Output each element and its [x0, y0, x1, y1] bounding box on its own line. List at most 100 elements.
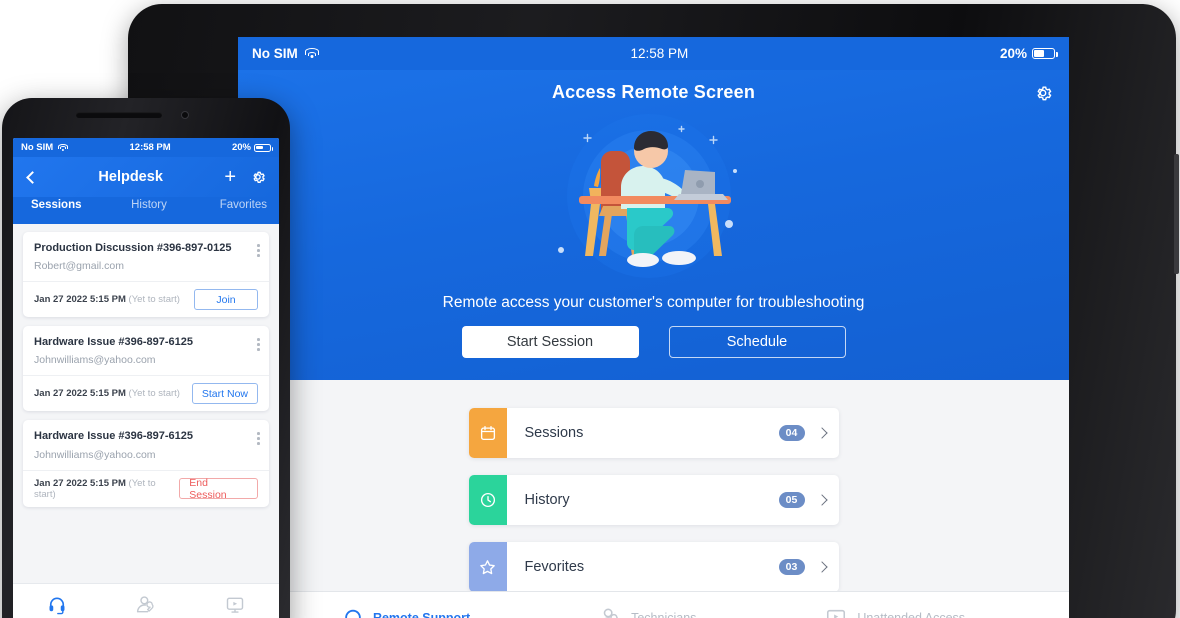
tab-history[interactable]: History [110, 197, 189, 211]
phone-status-bar: No SIM 12:58 PM 20% [13, 138, 279, 157]
end-session-button[interactable]: End Session [179, 477, 258, 501]
session-time-value: Jan 27 2022 5:15 PM [34, 388, 126, 400]
technician-icon [603, 608, 619, 618]
phone-bottom-nav: Remote Support Technicians [13, 583, 279, 618]
start-session-button[interactable]: Start Session [461, 326, 639, 358]
gear-icon[interactable] [1033, 83, 1053, 103]
menu-row-sessions[interactable]: Sessions 04 [468, 408, 839, 458]
clock-label: 12:58 PM [630, 46, 689, 61]
tab-unattended-access[interactable]: Unattended Access [824, 607, 965, 618]
phone-front-camera [181, 111, 189, 119]
session-time-value: Jan 27 2022 5:15 PM [34, 477, 126, 489]
tab-remote-support[interactable]: Remote Support [13, 595, 102, 618]
plus-icon[interactable]: + [224, 167, 236, 187]
monitor-play-icon [226, 597, 243, 613]
session-time: Jan 27 2022 5:15 PM (Yet to start) [34, 388, 180, 399]
hero-illustration-wrapper [238, 105, 1069, 290]
session-time-value: Jan 27 2022 5:15 PM [34, 294, 126, 306]
session-email: Robert@gmail.com [34, 260, 125, 273]
session-card[interactable]: Hardware Issue #396-897-6125 Johnwilliam… [23, 326, 269, 412]
battery-percent-label: 20% [231, 142, 251, 153]
menu-row-favorites[interactable]: Fevorites 03 [468, 542, 839, 592]
join-button[interactable]: Join [194, 289, 258, 311]
chevron-right-icon [815, 561, 828, 573]
tab-technicians[interactable]: Technicians [102, 595, 191, 618]
tab-sessions[interactable]: Sessions [21, 197, 110, 211]
session-email: Johnwilliams@yahoo.com [34, 448, 156, 461]
technician-icon [136, 595, 154, 612]
tab-remote-support[interactable]: Remote Support [342, 607, 470, 618]
hero-action-buttons: Start Session Schedule [238, 326, 1069, 358]
tab-label: Unattended Access [857, 611, 966, 618]
tablet-app-header: Access Remote Screen [238, 70, 1069, 105]
session-title: Hardware Issue #396-897-6125 [34, 336, 193, 349]
clock-icon [480, 492, 495, 508]
clock-label: 12:58 PM [129, 142, 171, 153]
battery-icon [1032, 48, 1058, 59]
tablet-status-bar: No SIM 12:58 PM 20% [238, 37, 1069, 70]
page-title: Helpdesk [98, 169, 163, 185]
tab-technicians[interactable]: Technicians [598, 607, 696, 618]
monitor-play-icon [827, 609, 846, 618]
kebab-menu-icon[interactable] [257, 432, 260, 447]
session-title: Hardware Issue #396-897-6125 [34, 430, 193, 443]
sessions-icon-tile [468, 408, 507, 458]
tab-label: Technicians [631, 611, 697, 618]
session-state: (Yet to start) [128, 388, 180, 400]
hero-subtitle: Remote access your customer's computer f… [442, 294, 865, 311]
headset-icon [345, 609, 361, 618]
phone-tab-bar: Sessions History Favorites [13, 197, 279, 224]
chevron-right-icon [815, 494, 828, 506]
menu-row-badge: 04 [778, 425, 805, 441]
menu-row-label: Fevorites [524, 559, 585, 575]
kebab-menu-icon[interactable] [257, 244, 260, 259]
menu-row-badge: 05 [778, 492, 805, 508]
battery-percent-label: 20% [999, 46, 1027, 61]
carrier-label: No SIM [252, 46, 298, 61]
session-email: Johnwilliams@yahoo.com [34, 354, 156, 367]
phone-session-list: Production Discussion #396-897-0125 Robe… [13, 224, 279, 618]
carrier-label: No SIM [21, 142, 54, 153]
headset-icon [49, 597, 65, 614]
tab-label: Remote Support [372, 611, 471, 618]
menu-row-history[interactable]: History 05 [468, 475, 839, 525]
session-state: (Yet to start) [128, 294, 180, 306]
menu-row-badge: 03 [778, 559, 805, 575]
chevron-right-icon [815, 427, 828, 439]
tab-unattended-access[interactable]: Unattended Access [190, 595, 279, 618]
star-icon [480, 559, 495, 574]
phone-screen: No SIM 12:58 PM 20% Helpdesk + Sessions … [13, 138, 279, 618]
tablet-screen: No SIM 12:58 PM 20% Access Remote Screen [238, 37, 1069, 618]
calendar-icon [480, 425, 495, 441]
tab-favorites[interactable]: Favorites [188, 197, 271, 211]
session-card-header: Production Discussion #396-897-0125 Robe… [23, 232, 269, 281]
session-title: Production Discussion #396-897-0125 [34, 242, 232, 254]
session-card-header: Hardware Issue #396-897-6125 Johnwilliam… [23, 420, 269, 469]
phone-app-header: Helpdesk + [13, 157, 279, 197]
schedule-button[interactable]: Schedule [668, 326, 846, 358]
session-card[interactable]: Hardware Issue #396-897-6125 Johnwilliam… [23, 420, 269, 507]
session-card[interactable]: Production Discussion #396-897-0125 Robe… [23, 232, 269, 318]
gear-icon[interactable] [250, 169, 266, 185]
menu-row-label: History [524, 492, 570, 508]
start-now-button[interactable]: Start Now [191, 383, 258, 405]
session-time: Jan 27 2022 5:15 PM (Yet to start) [34, 294, 180, 305]
session-time: Jan 27 2022 5:15 PM (Yet to start) [34, 478, 179, 500]
favorites-icon-tile [468, 542, 507, 592]
page-title: Access Remote Screen [551, 82, 756, 102]
session-card-header: Hardware Issue #396-897-6125 Johnwilliam… [23, 326, 269, 375]
phone-device-frame: No SIM 12:58 PM 20% Helpdesk + Sessions … [2, 98, 290, 618]
kebab-menu-icon[interactable] [257, 338, 260, 353]
wifi-icon [304, 48, 319, 59]
session-card-footer: Jan 27 2022 5:15 PM (Yet to start) Join [23, 281, 269, 317]
menu-row-label: Sessions [524, 425, 584, 441]
battery-icon [254, 143, 273, 152]
wifi-icon [58, 143, 69, 152]
phone-earpiece [76, 112, 162, 118]
tablet-menu-list: Sessions 04 History 05 Fevorites 03 [238, 380, 1069, 592]
session-card-footer: Jan 27 2022 5:15 PM (Yet to start) End S… [23, 469, 269, 507]
session-card-footer: Jan 27 2022 5:15 PM (Yet to start) Start… [23, 375, 269, 411]
history-icon-tile [468, 475, 507, 525]
tablet-bottom-nav: Remote Support Technicians Unattended Ac… [238, 591, 1069, 618]
tablet-hero-section: Access Remote Screen Remote access your … [238, 70, 1069, 380]
